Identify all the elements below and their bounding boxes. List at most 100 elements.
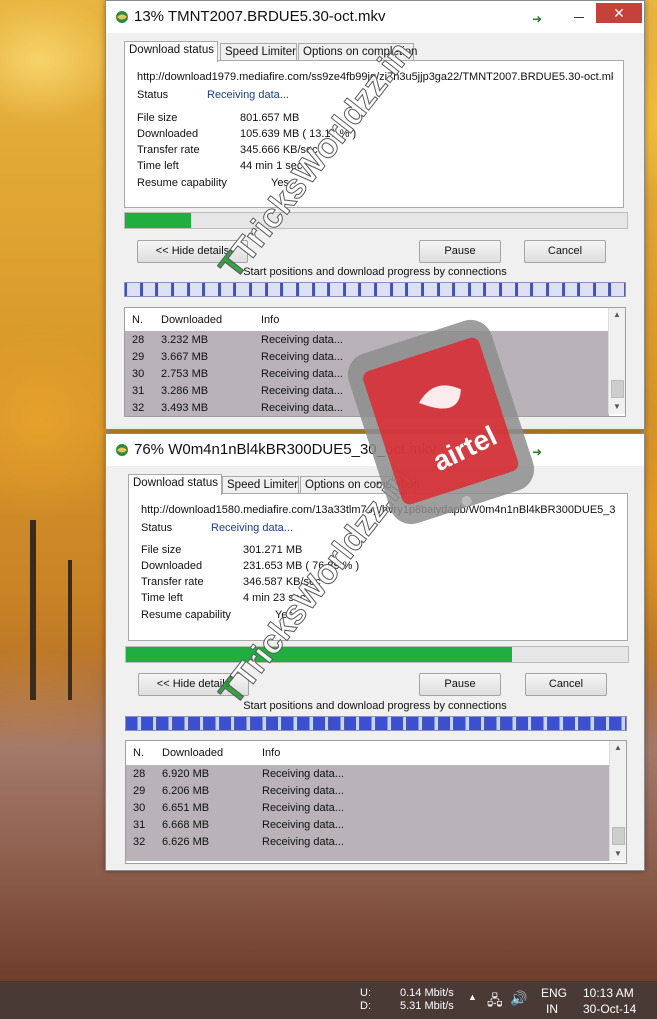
row-downloaded: 3.667 MB — [161, 351, 209, 363]
volume-icon[interactable]: 🔊 — [510, 990, 527, 1007]
connection-segment — [532, 717, 548, 730]
row-number: 28 — [133, 768, 146, 780]
connection-segment — [547, 717, 564, 730]
tab-download-status[interactable]: Download status — [128, 474, 222, 495]
connection-segment — [313, 717, 330, 730]
taskbar: U: D: 0.14 Mbit/s 5.31 Mbit/s ▲ 🖧 🔊 ENG … — [0, 981, 657, 1019]
connections-caption: Start positions and download progress by… — [243, 700, 507, 712]
column-header-n[interactable]: N. — [132, 314, 143, 326]
scroll-down-icon[interactable]: ▼ — [610, 847, 626, 861]
column-header-n[interactable]: N. — [133, 747, 144, 759]
connection-segment — [438, 717, 455, 730]
dialog-title: 13% TMNT2007.BRDUE5.30-oct.mkv — [134, 8, 386, 25]
download-progress-bar — [125, 646, 629, 663]
row-number: 30 — [132, 368, 145, 380]
column-header-info[interactable]: Info — [262, 747, 280, 759]
connection-segment — [468, 283, 485, 296]
column-header-info[interactable]: Info — [261, 314, 279, 326]
cancel-button[interactable]: Cancel — [524, 240, 606, 263]
upload-speed: 0.14 Mbit/s — [400, 987, 454, 999]
tab-speed-limiter[interactable]: Speed Limiter — [220, 43, 297, 61]
row-info: Receiving data... — [261, 402, 343, 414]
connection-segment — [360, 717, 376, 730]
tree-trunk — [68, 560, 72, 700]
status-value: Receiving data... — [211, 522, 293, 534]
show-hidden-icons-icon[interactable]: ▲ — [468, 992, 477, 1002]
row-downloaded: 6.626 MB — [162, 836, 210, 848]
tree-trunk — [30, 520, 36, 700]
connection-segment — [469, 717, 486, 730]
row-info: Receiving data... — [261, 368, 343, 380]
table-row[interactable]: 30 6.651 MB Receiving data... — [126, 799, 610, 816]
close-button[interactable]: ✕ — [596, 3, 642, 23]
row-number: 29 — [133, 785, 146, 797]
connection-segment — [296, 283, 313, 296]
row-info: Receiving data... — [262, 785, 344, 797]
connection-segment — [218, 283, 235, 296]
tab-download-status[interactable]: Download status — [124, 41, 218, 62]
scroll-down-icon[interactable]: ▼ — [609, 400, 625, 414]
table-row[interactable]: 29 6.206 MB Receiving data... — [126, 782, 610, 799]
row-number: 32 — [132, 402, 145, 414]
table-row[interactable]: 32 6.626 MB Receiving data... — [126, 833, 610, 861]
tab-speed-limiter[interactable]: Speed Limiter — [222, 476, 299, 494]
scroll-thumb[interactable] — [611, 380, 624, 398]
connection-segment — [172, 717, 189, 730]
table-scrollbar[interactable]: ▲ ▼ — [608, 308, 625, 414]
column-header-downloaded[interactable]: Downloaded — [162, 747, 223, 759]
network-icon[interactable]: 🖧 — [487, 990, 503, 1014]
pause-button[interactable]: Pause — [419, 240, 501, 263]
pause-button[interactable]: Pause — [419, 673, 501, 696]
connections-caption: Start positions and download progress by… — [243, 266, 507, 278]
scroll-thumb[interactable] — [612, 827, 625, 845]
table-row[interactable]: 28 6.920 MB Receiving data... — [126, 765, 610, 782]
connection-segment — [609, 283, 625, 296]
download-progress-bar — [124, 212, 628, 229]
dialog-titlebar[interactable]: 13% TMNT2007.BRDUE5.30-oct.mkv ➜ ✕ — [106, 1, 644, 33]
row-downloaded: 3.232 MB — [161, 334, 209, 346]
connection-segment — [329, 717, 345, 730]
row-number: 29 — [132, 351, 145, 363]
row-downloaded: 2.753 MB — [161, 368, 209, 380]
connection-segment — [328, 283, 344, 296]
row-downloaded: 3.493 MB — [161, 402, 209, 414]
table-scrollbar[interactable]: ▲ ▼ — [609, 741, 626, 861]
connection-segment — [187, 283, 204, 296]
download-speed: 5.31 Mbit/s — [400, 1000, 454, 1012]
clock-time[interactable]: 10:13 AM — [583, 986, 634, 1000]
connection-segment — [171, 283, 188, 296]
language-indicator[interactable]: ENG — [541, 986, 567, 1000]
status-value: Receiving data... — [207, 89, 289, 101]
scroll-up-icon[interactable]: ▲ — [610, 741, 626, 755]
minimize-button[interactable] — [569, 7, 589, 23]
row-number: 30 — [133, 802, 146, 814]
region-indicator[interactable]: IN — [546, 1002, 558, 1016]
connection-segment — [594, 717, 611, 730]
connection-segment — [125, 283, 141, 296]
status-label: Status — [137, 89, 169, 101]
table-row[interactable]: 31 6.668 MB Receiving data... — [126, 816, 610, 833]
row-info: Receiving data... — [262, 836, 344, 848]
scroll-up-icon[interactable]: ▲ — [609, 308, 625, 322]
time-left-label: Time left — [141, 592, 183, 604]
progress-fill — [125, 213, 192, 228]
connection-segment — [579, 717, 595, 730]
connection-segment — [563, 717, 580, 730]
connection-segment — [250, 283, 266, 296]
connection-segment — [140, 283, 157, 296]
connection-segment — [344, 717, 361, 730]
row-downloaded: 6.668 MB — [162, 819, 210, 831]
connection-segment — [562, 283, 579, 296]
connection-segment — [437, 283, 454, 296]
column-header-downloaded[interactable]: Downloaded — [161, 314, 222, 326]
clock-date[interactable]: 30-Oct-14 — [583, 1002, 636, 1016]
connection-segment — [390, 283, 407, 296]
connection-segment — [157, 717, 173, 730]
connection-segment — [126, 717, 142, 730]
row-downloaded: 6.651 MB — [162, 802, 210, 814]
file-size-value: 301.271 MB — [243, 544, 303, 556]
connection-segment — [251, 717, 267, 730]
transfer-rate-label: Transfer rate — [141, 576, 204, 588]
cancel-button[interactable]: Cancel — [525, 673, 607, 696]
progress-fill — [126, 647, 512, 662]
